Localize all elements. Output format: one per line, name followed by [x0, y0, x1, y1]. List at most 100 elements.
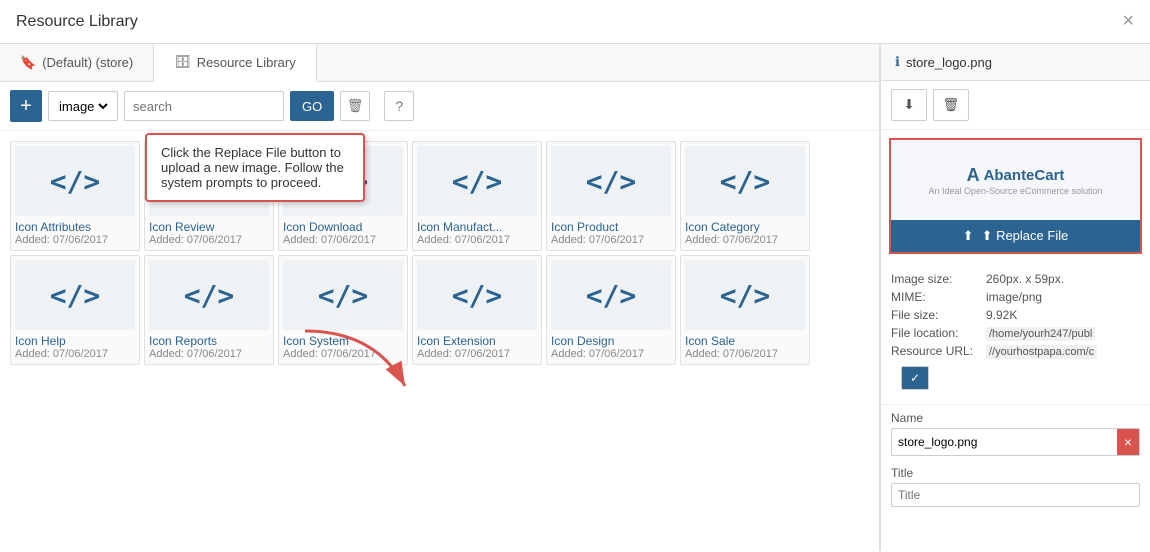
title-input[interactable]	[891, 483, 1140, 507]
name-clear-button[interactable]: ×	[1117, 429, 1139, 455]
item-thumb: </>	[149, 260, 269, 330]
question-icon: ?	[395, 98, 403, 114]
trash-icon: 🗑	[347, 98, 364, 114]
file-size-value: 9.92K	[986, 306, 1140, 324]
tab-resource-library[interactable]: 🗄 Resource Library	[154, 44, 317, 82]
abante-name: A AbanteCart	[967, 165, 1065, 186]
item-date: Added: 07/06/2017	[149, 234, 269, 246]
right-panel-header: ℹ store_logo.png	[881, 44, 1150, 81]
right-panel: ℹ store_logo.png ⬇ 🗑 A AbanteCart An Ide…	[880, 44, 1150, 551]
item-date: Added: 07/06/2017	[551, 348, 671, 360]
item-thumb: </>	[283, 260, 403, 330]
grid-item[interactable]: </> Icon Reports Added: 07/06/2017	[144, 255, 274, 365]
right-header-title: store_logo.png	[906, 55, 992, 70]
item-date: Added: 07/06/2017	[685, 348, 805, 360]
right-panel-toolbar: ⬇ 🗑	[881, 81, 1150, 130]
item-name: Icon Download	[283, 220, 403, 234]
tab-resource-library-label: Resource Library	[197, 55, 296, 70]
file-info: Image size: 260px. x 59px. MIME: image/p…	[881, 262, 1150, 404]
grid-item[interactable]: </> Icon Product Added: 07/06/2017	[546, 141, 676, 251]
title-label: Title	[891, 466, 1140, 480]
search-input[interactable]	[124, 91, 284, 121]
upload-icon: ⬆	[963, 228, 974, 244]
database-icon: 🗄	[174, 54, 191, 70]
item-thumb: </>	[417, 260, 537, 330]
add-button[interactable]: +	[10, 90, 42, 122]
replace-file-button[interactable]: ⬆ ⬆ Replace File	[891, 220, 1140, 252]
item-name: Icon Attributes	[15, 220, 135, 234]
grid-item[interactable]: </> Icon Extension Added: 07/06/2017	[412, 255, 542, 365]
tooltip-balloon: Click the Replace File button to upload …	[145, 133, 365, 202]
delete-file-button[interactable]: 🗑	[933, 89, 969, 121]
item-thumb: </>	[685, 146, 805, 216]
abante-logo: A AbanteCart An Ideal Open-Source eComme…	[928, 165, 1102, 196]
item-name: Icon System	[283, 334, 403, 348]
abante-sub: An Ideal Open-Source eCommerce solution	[928, 186, 1102, 196]
delete-button[interactable]: 🗑	[340, 91, 370, 121]
item-date: Added: 07/06/2017	[685, 234, 805, 246]
item-thumb: </>	[15, 146, 135, 216]
item-thumb: </>	[15, 260, 135, 330]
item-date: Added: 07/06/2017	[15, 234, 135, 246]
name-input[interactable]	[892, 431, 1117, 453]
go-button[interactable]: GO	[290, 91, 334, 121]
info-icon: ℹ	[895, 54, 900, 70]
tab-default-store-label: (Default) (store)	[42, 55, 133, 70]
item-name: Icon Category	[685, 220, 805, 234]
name-label: Name	[891, 411, 1140, 425]
image-size-label: Image size:	[891, 270, 986, 288]
tooltip-text: Click the Replace File button to upload …	[161, 145, 344, 190]
item-name: Icon Design	[551, 334, 671, 348]
download-button[interactable]: ⬇	[891, 89, 927, 121]
item-name: Icon Product	[551, 220, 671, 234]
item-thumb: </>	[417, 146, 537, 216]
name-input-wrapper: ×	[891, 428, 1140, 456]
resource-url-value: //yourhostpapa.com/c	[986, 345, 1097, 359]
check-button[interactable]: ✓	[901, 366, 929, 390]
item-date: Added: 07/06/2017	[417, 348, 537, 360]
preview-image: A AbanteCart An Ideal Open-Source eComme…	[891, 140, 1140, 220]
item-date: Added: 07/06/2017	[149, 348, 269, 360]
grid-item[interactable]: </> Icon Sale Added: 07/06/2017	[680, 255, 810, 365]
toolbar: + image file video GO 🗑 ?	[0, 82, 879, 131]
trash-icon: 🗑	[943, 97, 960, 113]
item-thumb: </>	[551, 146, 671, 216]
preview-area: A AbanteCart An Ideal Open-Source eComme…	[889, 138, 1142, 254]
bookmark-icon: 🔖	[20, 55, 36, 71]
grid-item[interactable]: </> Icon Manufact... Added: 07/06/2017	[412, 141, 542, 251]
item-name: Icon Reports	[149, 334, 269, 348]
grid-item[interactable]: </> Icon Category Added: 07/06/2017	[680, 141, 810, 251]
resource-url-label: Resource URL:	[891, 342, 986, 360]
filter-select[interactable]: image file video	[55, 98, 111, 115]
grid-item[interactable]: </> Icon Help Added: 07/06/2017	[10, 255, 140, 365]
grid-item[interactable]: </> Icon Attributes Added: 07/06/2017	[10, 141, 140, 251]
tab-bar: 🔖 (Default) (store) 🗄 Resource Library	[0, 44, 879, 82]
item-name: Icon Sale	[685, 334, 805, 348]
item-date: Added: 07/06/2017	[417, 234, 537, 246]
tab-default-store[interactable]: 🔖 (Default) (store)	[0, 44, 154, 81]
item-name: Icon Help	[15, 334, 135, 348]
item-date: Added: 07/06/2017	[283, 348, 403, 360]
item-name: Icon Extension	[417, 334, 537, 348]
modal-header: Resource Library ×	[0, 0, 1150, 44]
item-date: Added: 07/06/2017	[283, 234, 403, 246]
item-name: Icon Review	[149, 220, 269, 234]
grid-item[interactable]: </> Icon System Added: 07/06/2017	[278, 255, 408, 365]
close-button[interactable]: ×	[1122, 10, 1134, 33]
name-section: Name ×	[881, 404, 1150, 462]
file-size-label: File size:	[891, 306, 986, 324]
item-thumb: </>	[551, 260, 671, 330]
item-name: Icon Manufact...	[417, 220, 537, 234]
help-button[interactable]: ?	[384, 91, 414, 121]
mime-value: image/png	[986, 288, 1140, 306]
file-location-value: /home/yourh247/publ	[986, 327, 1095, 341]
file-location-label: File location:	[891, 324, 986, 342]
item-thumb: </>	[685, 260, 805, 330]
title-section: Title	[881, 462, 1150, 511]
grid: </> Icon Attributes Added: 07/06/2017 </…	[10, 141, 869, 365]
modal-title: Resource Library	[16, 13, 138, 31]
left-panel: 🔖 (Default) (store) 🗄 Resource Library +…	[0, 44, 880, 551]
grid-item[interactable]: </> Icon Design Added: 07/06/2017	[546, 255, 676, 365]
mime-label: MIME:	[891, 288, 986, 306]
item-date: Added: 07/06/2017	[551, 234, 671, 246]
